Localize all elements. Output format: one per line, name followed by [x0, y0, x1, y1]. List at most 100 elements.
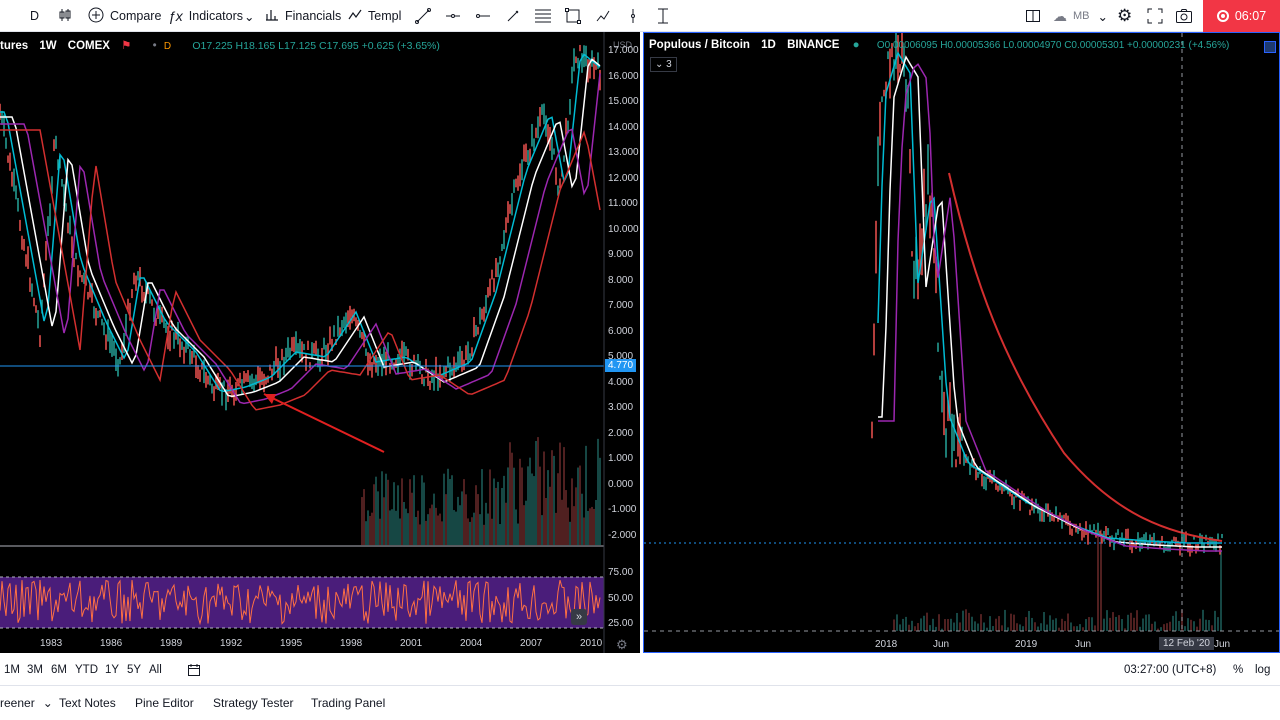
- gear-icon[interactable]: ⚙: [616, 637, 628, 653]
- date-tick-label: 2010: [580, 638, 603, 649]
- rectangle-tool[interactable]: [560, 4, 586, 28]
- horizontal-ray-tool[interactable]: [440, 4, 466, 28]
- chevron-down-icon: ⌄: [1097, 9, 1108, 24]
- fx-icon: ƒx: [168, 8, 183, 24]
- calendar-icon: [188, 663, 200, 676]
- moving-average-line: [948, 172, 1223, 542]
- tab-label: reener: [0, 696, 35, 710]
- horizontal-ray-icon: [446, 14, 460, 18]
- layout-split-button[interactable]: [1025, 0, 1041, 32]
- fullscreen-button[interactable]: [1147, 0, 1163, 32]
- date-tick-label: 2007: [520, 638, 543, 649]
- chevron-down-icon: ⌄: [244, 9, 255, 24]
- date-tick-label: Jun: [1214, 639, 1231, 650]
- date-tick-label: 1986: [100, 638, 123, 649]
- financials-label: Financials: [285, 9, 342, 23]
- rsi-tick-label: 50.00: [608, 592, 634, 604]
- tab-screener[interactable]: reener ⌄: [0, 686, 53, 720]
- chevron-down-icon: ⌄: [42, 696, 53, 710]
- percent-scale-toggle[interactable]: %: [1233, 653, 1243, 686]
- range-bar: 1M 3M 6M YTD 1Y 5Y All 03:27:00 (UTC+8) % log: [0, 653, 1280, 686]
- fib-icon: [535, 9, 551, 23]
- fib-tool[interactable]: [530, 4, 556, 28]
- date-tick-label: Jun: [1075, 639, 1092, 650]
- tab-pine-editor[interactable]: Pine Editor: [135, 686, 194, 720]
- symbol-name[interactable]: tures: [0, 40, 28, 52]
- range-button[interactable]: 6M: [51, 653, 67, 686]
- volume-bars: [361, 437, 601, 545]
- rectangle-icon: [565, 8, 581, 24]
- gear-icon: ⚙: [1117, 6, 1133, 25]
- date-tick-label: 2004: [460, 638, 483, 649]
- candles-icon: [57, 7, 73, 26]
- range-button[interactable]: All: [149, 653, 162, 686]
- measure-icon: [658, 8, 668, 24]
- price-tick-label: 9.000: [608, 249, 634, 260]
- path-tool[interactable]: [590, 4, 616, 28]
- crosshair-date-tag: 12 Feb '20: [1159, 637, 1214, 650]
- left-chart-canvas[interactable]: [0, 32, 640, 653]
- log-scale-toggle[interactable]: log: [1255, 653, 1270, 686]
- indicators-button[interactable]: ƒx Indicators: [168, 0, 243, 32]
- price-tick-label: -1.000: [608, 504, 637, 515]
- range-button[interactable]: 3M: [27, 653, 43, 686]
- pane-maximize-icon[interactable]: [1264, 41, 1276, 53]
- right-chart-pane[interactable]: Populous / Bitcoin 1D BINANCE ● O0.00006…: [643, 32, 1280, 653]
- measure-tool[interactable]: [650, 4, 676, 28]
- plus-circle-icon: [88, 7, 104, 26]
- left-chart-pane[interactable]: tures 1W COMEX ⚑ • D O17.225 H18.165 L17…: [0, 32, 640, 653]
- date-tick-label: 1992: [220, 638, 243, 649]
- price-tick-label: 15.000: [608, 96, 639, 107]
- templates-icon: [348, 8, 362, 25]
- scroll-right-icon[interactable]: »: [571, 609, 587, 625]
- range-button[interactable]: 1M: [4, 653, 20, 686]
- trend-line-tool[interactable]: [410, 4, 436, 28]
- clock-readout[interactable]: 03:27:00 (UTC+8): [1124, 653, 1216, 686]
- compare-button[interactable]: Compare: [88, 0, 161, 32]
- cloud-layout-button[interactable]: ☁ MB ⌄: [1053, 0, 1108, 32]
- price-series: [871, 33, 1223, 557]
- flag-icon[interactable]: ⚑: [121, 40, 131, 52]
- vertical-line-tool[interactable]: [620, 4, 646, 28]
- indicators-dropdown[interactable]: ⌄: [244, 0, 254, 32]
- range-button[interactable]: 1Y: [105, 653, 119, 686]
- right-chart-canvas[interactable]: [644, 33, 1280, 653]
- recording-button[interactable]: 06:07: [1203, 0, 1280, 32]
- settings-button[interactable]: ⚙: [1117, 0, 1132, 32]
- price-tick-label: 1.000: [608, 453, 634, 464]
- price-tick-label: 12.000: [608, 172, 639, 184]
- symbol-name[interactable]: Populous / Bitcoin: [649, 39, 750, 51]
- tab-strategy-tester[interactable]: Strategy Tester: [213, 686, 293, 720]
- tab-text-notes[interactable]: Text Notes: [59, 686, 116, 720]
- ohlc-values: O0.00006095 H0.00005366 L0.00004970 C0.0…: [876, 40, 1230, 51]
- moving-average-line: [878, 63, 1222, 552]
- price-tick-label: 10.000: [608, 223, 639, 235]
- interval-button[interactable]: D: [30, 0, 39, 32]
- go-to-date-button[interactable]: [187, 653, 201, 686]
- price-tick-label: 7.000: [608, 300, 634, 311]
- tab-trading-panel[interactable]: Trading Panel: [311, 686, 385, 720]
- horizontal-line-tool[interactable]: [470, 4, 496, 28]
- top-toolbar: D Compare ƒx Indicators ⌄ Financials Temp…: [0, 0, 1280, 32]
- price-tick-label: 0.000: [608, 478, 634, 490]
- price-tick-label: 8.000: [608, 274, 634, 286]
- price-tick-label: 14.000: [608, 121, 639, 133]
- price-tick-label: 13.000: [608, 147, 639, 158]
- record-icon: [1216, 10, 1229, 22]
- date-tick-label: 1998: [340, 638, 363, 649]
- exchange-label: BINANCE: [787, 39, 840, 51]
- range-button[interactable]: YTD: [75, 653, 98, 686]
- range-button[interactable]: 5Y: [127, 653, 141, 686]
- snapshot-button[interactable]: [1175, 0, 1193, 32]
- arrow-drawing[interactable]: [263, 393, 385, 453]
- templates-button[interactable]: Templ: [348, 0, 401, 32]
- left-chart-legend[interactable]: tures 1W COMEX ⚑ • D O17.225 H18.165 L17…: [0, 38, 440, 52]
- recording-time: 06:07: [1234, 9, 1267, 23]
- date-tick-label: 1983: [40, 638, 63, 649]
- pen-tool[interactable]: [500, 4, 526, 28]
- horizontal-line-icon: [476, 14, 490, 18]
- chart-type-button[interactable]: [57, 0, 79, 32]
- right-chart-legend[interactable]: Populous / Bitcoin 1D BINANCE ● O0.00006…: [649, 39, 1229, 51]
- financials-button[interactable]: Financials: [265, 0, 341, 32]
- indicators-toggle[interactable]: ⌄ 3: [650, 57, 677, 72]
